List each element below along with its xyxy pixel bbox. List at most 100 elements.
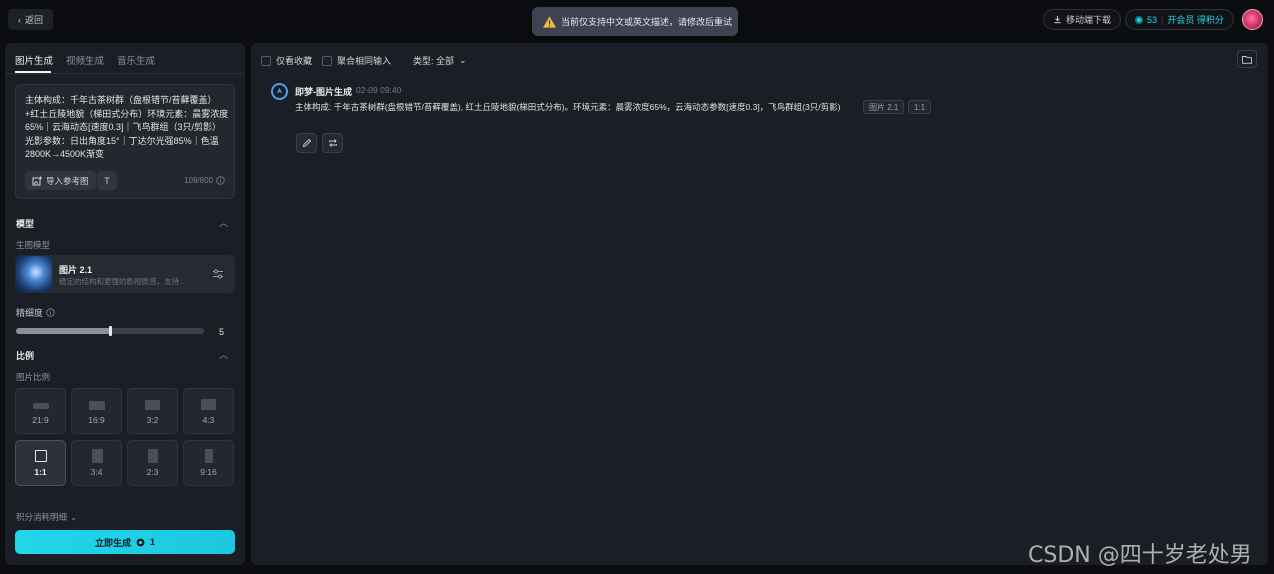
entry-time: 02-09 09:40 xyxy=(356,85,402,95)
info-icon[interactable] xyxy=(46,308,55,317)
model-tag: 图片 2.1 xyxy=(863,100,905,114)
active-tab-indicator xyxy=(15,71,51,73)
ratio-option-4-3[interactable]: 4:3 xyxy=(183,388,234,434)
ratio-label: 1:1 xyxy=(34,467,47,477)
ratio-preview xyxy=(201,399,216,410)
image-upload-icon xyxy=(32,176,42,185)
ratio-option-3-4[interactable]: 3:4 xyxy=(71,440,122,486)
cost-detail-toggle[interactable]: 积分消耗明细 ⌄ xyxy=(16,511,77,523)
char-count-text: 109/800 xyxy=(184,176,213,185)
import-reference-button[interactable]: 导入参考图 xyxy=(25,171,96,190)
merge-filter[interactable]: 聚合相同输入 xyxy=(322,54,391,67)
ratio-label: 16:9 xyxy=(88,415,105,425)
generation-sidebar: 图片生成 视频生成 音乐生成 主体构成：千年古茶树群（盘根错节/苔藓覆盖）+红土… xyxy=(5,43,245,565)
ratio-preview xyxy=(92,449,103,463)
regenerate-button[interactable] xyxy=(322,133,343,153)
ratio-label: 3:4 xyxy=(90,467,103,477)
ratio-preview xyxy=(35,450,47,462)
detail-slider[interactable] xyxy=(16,326,204,336)
ratio-sub-label: 图片比例 xyxy=(16,372,51,382)
generate-label: 立即生成 xyxy=(94,537,131,548)
credits-pill[interactable]: 53 | 开会员 得积分 xyxy=(1125,9,1234,30)
type-filter-dropdown[interactable]: 类型: 全部 ⌄ xyxy=(413,54,467,67)
ratio-option-9-16[interactable]: 9:16 xyxy=(183,440,234,486)
favorites-checkbox[interactable] xyxy=(261,55,271,66)
slider-thumb[interactable] xyxy=(109,326,112,336)
warning-icon xyxy=(543,15,556,28)
member-cta[interactable]: 开会员 得积分 xyxy=(1167,13,1224,26)
mobile-download-button[interactable]: 移动端下载 xyxy=(1043,9,1122,30)
credit-count: 53 xyxy=(1147,14,1158,25)
prompt-input[interactable]: 主体构成：千年古茶树群（盘根错节/苔藓覆盖）+红土丘陵地貌（梯田式分布）环境元素… xyxy=(15,84,235,199)
back-button[interactable]: ‹ 返回 xyxy=(8,9,54,30)
watermark: CSDN @四十岁老处男 xyxy=(1028,543,1252,568)
ratio-preview xyxy=(145,400,160,410)
prompt-text[interactable]: 主体构成：千年古茶树群（盘根错节/苔藓覆盖）+红土丘陵地貌（梯田式分布）环境元素… xyxy=(25,94,229,162)
model-sub-label: 生图模型 xyxy=(16,240,51,250)
chevron-up-icon[interactable]: ︿ xyxy=(219,216,228,229)
detail-value: 5 xyxy=(219,327,225,337)
tab-music[interactable]: 音乐生成 xyxy=(117,53,155,67)
repeat-icon xyxy=(328,139,337,147)
folder-icon xyxy=(1242,55,1252,64)
tab-video[interactable]: 视频生成 xyxy=(66,53,104,67)
credit-coin-icon xyxy=(1135,15,1143,24)
dreamina-logo-icon xyxy=(271,83,288,100)
model-thumbnail xyxy=(16,256,52,292)
ratio-label: 4:3 xyxy=(202,415,215,425)
folder-button[interactable] xyxy=(1237,50,1257,68)
chevron-up-icon[interactable]: ︿ xyxy=(219,348,228,361)
model-section-title: 模型 xyxy=(16,219,35,229)
back-label: 返回 xyxy=(25,15,44,25)
toast-text: 当前仅支持中文或英文描述，请修改后重试 xyxy=(561,17,733,27)
cost-detail-label: 积分消耗明细 xyxy=(16,512,68,522)
text-format-button[interactable]: T xyxy=(97,171,117,190)
ratio-label: 21:9 xyxy=(32,415,49,425)
ratio-preview xyxy=(33,403,49,409)
download-icon xyxy=(1054,15,1061,24)
pencil-icon xyxy=(302,138,311,148)
chevron-left-icon: ‹ xyxy=(18,14,21,25)
ratio-section-title: 比例 xyxy=(16,351,35,361)
info-icon[interactable] xyxy=(216,176,225,185)
generate-button[interactable]: 立即生成 1 xyxy=(15,530,235,554)
favorites-label: 仅看收藏 xyxy=(276,56,313,66)
ratio-label: 2:3 xyxy=(146,467,159,477)
divider: | xyxy=(1161,14,1164,25)
import-reference-label: 导入参考图 xyxy=(46,175,89,186)
merge-checkbox[interactable] xyxy=(322,55,332,66)
ratio-preview xyxy=(205,449,213,463)
ratio-label: 3:2 xyxy=(146,415,159,425)
ratio-option-21-9[interactable]: 21:9 xyxy=(15,388,66,434)
top-bar: ‹ 返回 当前仅支持中文或英文描述，请修改后重试 移动端下载 53 | 开会员 … xyxy=(0,0,1274,40)
model-name: 图片 2.1 xyxy=(59,265,93,275)
type-filter-label: 类型: 全部 xyxy=(413,56,455,66)
ratio-option-3-2[interactable]: 3:2 xyxy=(127,388,178,434)
history-panel: 仅看收藏 聚合相同输入 类型: 全部 ⌄ 即梦-图片生成 02-09 09:40… xyxy=(251,43,1268,565)
chevron-down-icon: ⌄ xyxy=(70,511,78,522)
tab-image[interactable]: 图片生成 xyxy=(15,53,53,67)
avatar[interactable] xyxy=(1242,9,1263,30)
ratio-option-2-3[interactable]: 2:3 xyxy=(127,440,178,486)
generation-tabs: 图片生成 视频生成 音乐生成 xyxy=(5,43,245,74)
warning-toast: 当前仅支持中文或英文描述，请修改后重试 xyxy=(532,7,738,36)
ratio-label: 9:16 xyxy=(200,467,217,477)
model-selector[interactable]: 图片 2.1 稳定的结构和更强的影视质感，支持... xyxy=(15,255,235,293)
ratio-preview xyxy=(89,401,105,410)
ratio-option-16-9[interactable]: 16:9 xyxy=(71,388,122,434)
entry-source: 即梦-图片生成 xyxy=(295,87,352,97)
chevron-down-icon: ⌄ xyxy=(459,55,467,65)
detail-label-row: 精细度 xyxy=(16,306,55,319)
download-label: 移动端下载 xyxy=(1066,15,1112,25)
ratio-preview xyxy=(148,449,158,463)
generate-cost: 1 xyxy=(150,537,156,547)
edit-button[interactable] xyxy=(296,133,317,153)
text-icon: T xyxy=(104,175,110,186)
favorites-filter[interactable]: 仅看收藏 xyxy=(261,54,312,67)
model-description: 稳定的结构和更强的影视质感，支持... xyxy=(59,277,186,286)
ratio-option-1-1[interactable]: 1:1 xyxy=(15,440,66,486)
credit-coin-icon xyxy=(136,538,145,546)
sliders-icon[interactable] xyxy=(211,267,225,281)
char-counter: 109/800 xyxy=(184,176,225,185)
detail-label: 精细度 xyxy=(16,308,44,318)
